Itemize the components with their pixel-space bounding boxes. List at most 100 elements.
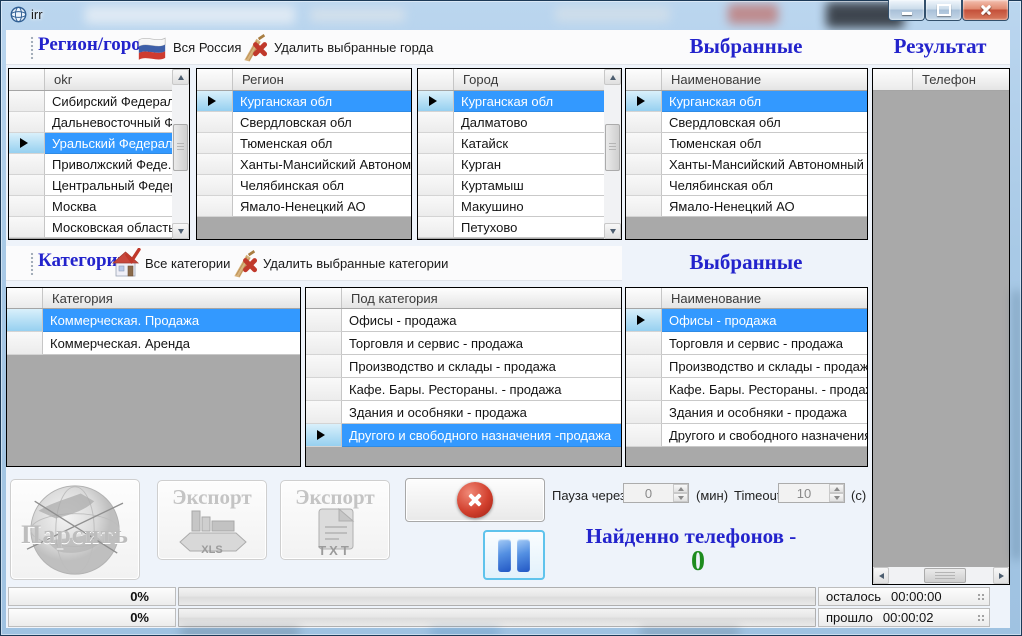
table-row[interactable]: Далматово [418,112,604,133]
grid-empty-area [197,217,411,239]
table-row[interactable]: Производство и склады - продажа [626,355,867,378]
table-row[interactable]: Ямало-Ненецкий АО [626,196,867,217]
stepper-down-button[interactable] [673,493,688,502]
table-row[interactable]: Другого и свободного назначения -... [626,424,867,447]
table-row[interactable]: Курган [418,154,604,175]
timeout-stepper[interactable]: 10 [778,483,845,503]
broom-red-x-icon[interactable] [227,249,261,278]
table-row[interactable]: Уральский Федерал... [9,133,172,154]
stepper-buttons [829,484,844,502]
toolstrip-grip-icon[interactable] [30,252,34,275]
table-row[interactable]: Ханты-Мансийский Автономн... [197,154,411,175]
parse-button[interactable]: Парсить [10,479,140,580]
scroll-track[interactable] [604,85,621,223]
table-row[interactable]: Курганская обл [197,91,411,112]
table-row[interactable]: Свердловская обл [197,112,411,133]
delete-selected-cities-button[interactable]: Удалить выбранные горда [274,40,433,55]
close-button[interactable] [962,0,1009,21]
table-row[interactable]: Московская область [9,217,172,238]
row-selector [306,332,342,355]
progress-percent-2: 0% [8,608,176,627]
scroll-arrow-button[interactable] [172,69,189,85]
table-row[interactable]: Челябинская обл [197,175,411,196]
table-row[interactable]: Торговля и сервис - продажа [626,332,867,355]
table-row[interactable]: Свердловская обл [626,112,867,133]
row-selector [626,424,662,447]
table-row[interactable]: Коммерческая. Продажа [7,309,300,332]
scroll-arrow-button[interactable] [873,567,889,584]
cell: Далматово [454,112,604,133]
pause-button[interactable] [483,530,545,580]
titlebar[interactable]: irr [0,0,1022,30]
stepper-up-button[interactable] [829,484,844,493]
table-row[interactable]: Тюменская обл [197,133,411,154]
stepper-down-button[interactable] [829,493,844,502]
table-row[interactable]: Петухово [418,217,604,238]
horizontal-scrollbar[interactable] [873,567,1009,584]
table-row[interactable]: Здания и особняки - продажа [626,401,867,424]
up-arrow-icon [678,487,684,491]
cell: Центральный Федер... [45,175,172,196]
down-arrow-icon [834,496,840,500]
table-row[interactable]: Торговля и сервис - продажа [306,332,621,355]
app-globe-icon [10,6,27,23]
table-row[interactable]: Москва [9,196,172,217]
table-row[interactable]: Челябинская обл [626,175,867,196]
grid-corner [306,288,342,308]
table-row[interactable]: Кафе. Бары. Рестораны. - продажа [306,378,621,401]
all-categories-button[interactable]: Все категории [145,256,230,271]
vertical-scrollbar[interactable] [604,69,621,239]
minimize-button[interactable] [888,0,925,21]
table-row[interactable]: Курганская обл [626,91,867,112]
stepper-up-button[interactable] [673,484,688,493]
scroll-arrow-button[interactable] [604,223,621,239]
house-red-check-icon[interactable] [108,248,142,279]
table-row[interactable]: Производство и склады - продажа [306,355,621,378]
table-row[interactable]: Другого и свободного назначения -продажа [306,424,621,447]
table-row[interactable]: Сибирский Федерал... [9,91,172,112]
scroll-track[interactable] [172,85,189,223]
maximize-button[interactable] [925,0,962,21]
delete-selected-categories-button[interactable]: Удалить выбранные категории [263,256,448,271]
table-row[interactable]: Офисы - продажа [306,309,621,332]
stop-button[interactable] [405,478,545,522]
pause-after-stepper[interactable]: 0 [623,483,689,503]
scroll-arrow-button[interactable] [604,69,621,85]
progress-bar-1 [178,587,816,606]
table-row[interactable]: Ямало-Ненецкий АО [197,196,411,217]
cell: Дальневосточный Ф... [45,112,172,133]
export-xls-button[interactable]: Экспорт XLS [157,480,267,560]
red-circle-x-icon [457,482,493,518]
table-row[interactable]: Дальневосточный Ф... [9,112,172,133]
all-russia-button[interactable]: Вся Россия [173,40,241,55]
broom-red-x-icon[interactable] [237,33,271,62]
scroll-track[interactable] [889,567,993,584]
row-selector [626,401,662,424]
scroll-arrow-button[interactable] [172,223,189,239]
table-row[interactable]: Тюменская обл [626,133,867,154]
scroll-thumb[interactable] [605,124,620,171]
subcategory-grid: Под категорияОфисы - продажаТорговля и с… [305,287,622,467]
scroll-arrow-button[interactable] [993,567,1009,584]
cell: Торговля и сервис - продажа [662,332,867,355]
scroll-thumb[interactable] [924,568,966,583]
cell: Ямало-Ненецкий АО [662,196,867,217]
vertical-scrollbar[interactable] [172,69,189,239]
toolstrip-grip-icon[interactable] [30,36,34,59]
table-row[interactable]: Здания и особняки - продажа [306,401,621,424]
table-row[interactable]: Коммерческая. Аренда [7,332,300,355]
status-remaining-label: осталось [826,589,881,604]
table-row[interactable]: Кафе. Бары. Рестораны. - продажа [626,378,867,401]
table-row[interactable]: Курганская обл [418,91,604,112]
table-row[interactable]: Приволжский Феде... [9,154,172,175]
table-row[interactable]: Ханты-Мансийский Автономный окр... [626,154,867,175]
table-row[interactable]: Куртамыш [418,175,604,196]
scroll-thumb[interactable] [173,124,188,171]
russia-flag-icon[interactable] [136,34,168,61]
table-row[interactable]: Центральный Федер... [9,175,172,196]
export-txt-button[interactable]: Экспорт TXT [280,480,390,560]
cell: Приволжский Феде... [45,154,172,175]
table-row[interactable]: Катайск [418,133,604,154]
table-row[interactable]: Макушино [418,196,604,217]
table-row[interactable]: Офисы - продажа [626,309,867,332]
